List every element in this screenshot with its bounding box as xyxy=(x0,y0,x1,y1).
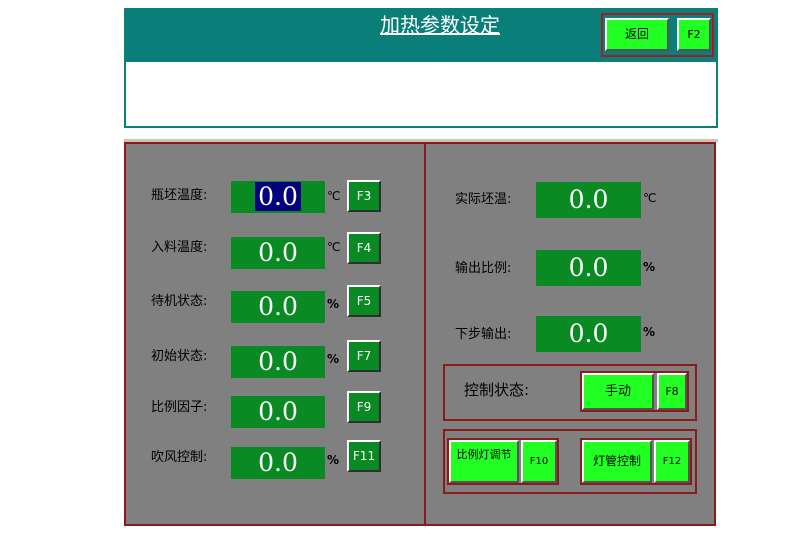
control-state-label: 控制状态: xyxy=(464,381,530,399)
ratio-lamp-adjust-button[interactable]: 比例灯调节 xyxy=(449,440,519,483)
back-button[interactable]: 返回 xyxy=(605,18,669,51)
initial-state-value[interactable]: 0.0 xyxy=(231,346,325,378)
f9-key-button[interactable]: F9 xyxy=(347,391,381,423)
output-ratio-value: 0.0 xyxy=(536,250,641,286)
f2-key-button[interactable]: F2 xyxy=(677,18,711,51)
f7-key-button[interactable]: F7 xyxy=(347,340,381,372)
standby-state-value[interactable]: 0.0 xyxy=(231,291,325,323)
initial-state-label: 初始状态: xyxy=(151,349,208,364)
actual-preform-temp-value: 0.0 xyxy=(536,182,641,218)
ratio-factor-value[interactable]: 0.0 xyxy=(231,396,325,428)
f8-key-button[interactable]: F8 xyxy=(657,373,687,410)
lamp-control-button[interactable]: 灯管控制 xyxy=(582,440,652,483)
preform-temp-unit: ℃ xyxy=(327,189,341,203)
standby-state-label: 待机状态: xyxy=(151,294,208,309)
next-output-label: 下步输出: xyxy=(455,327,512,342)
feed-temp-label: 入料温度: xyxy=(151,240,208,255)
preform-temp-value-text: 0.0 xyxy=(255,182,301,211)
feed-temp-value[interactable]: 0.0 xyxy=(231,237,325,269)
ratio-factor-label: 比例因子: xyxy=(151,400,208,415)
feed-temp-unit: ℃ xyxy=(327,240,341,254)
output-ratio-unit: % xyxy=(643,260,656,274)
manual-mode-button[interactable]: 手动 xyxy=(582,373,654,410)
blower-control-value[interactable]: 0.0 xyxy=(231,447,325,479)
preform-temp-value[interactable]: 0.0 xyxy=(231,181,325,213)
output-ratio-label: 输出比例: xyxy=(455,261,512,276)
f11-key-button[interactable]: F11 xyxy=(347,440,381,472)
blower-control-label: 吹风控制: xyxy=(151,450,208,465)
next-output-unit: % xyxy=(643,325,656,339)
message-area xyxy=(124,62,718,128)
preform-temp-label: 瓶坯温度: xyxy=(151,188,208,203)
page-title: 加热参数设定 xyxy=(380,13,500,37)
f5-key-button[interactable]: F5 xyxy=(347,285,381,317)
standby-state-unit: % xyxy=(327,297,340,311)
f3-key-button[interactable]: F3 xyxy=(347,180,381,212)
f10-key-button[interactable]: F10 xyxy=(521,440,557,483)
actual-preform-temp-unit: ℃ xyxy=(643,191,657,205)
separator-bar xyxy=(124,128,718,142)
f4-key-button[interactable]: F4 xyxy=(347,232,381,264)
initial-state-unit: % xyxy=(327,352,340,366)
actual-preform-temp-label: 实际坯温: xyxy=(455,192,512,207)
f12-key-button[interactable]: F12 xyxy=(654,440,690,483)
next-output-value: 0.0 xyxy=(536,316,641,352)
blower-control-unit: % xyxy=(327,453,340,467)
